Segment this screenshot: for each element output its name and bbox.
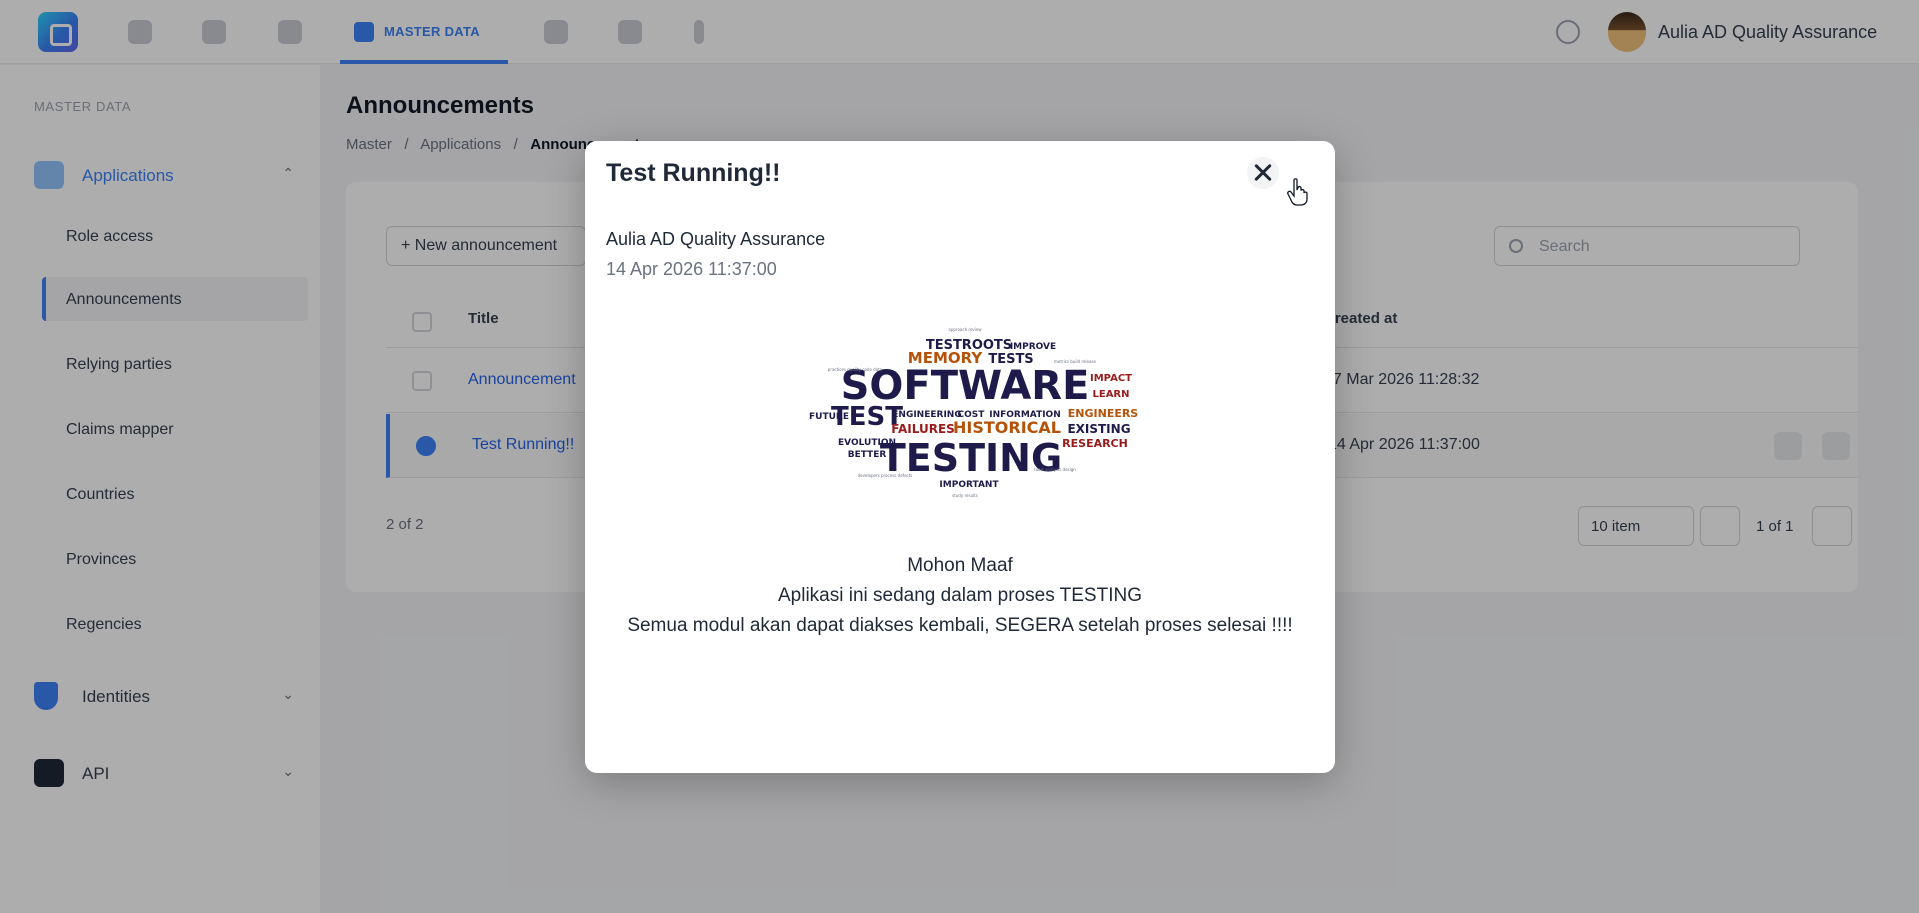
modal-title: Test Running!! (606, 159, 781, 187)
cloud-filler-word: study results (952, 493, 978, 498)
modal-message-line: Aplikasi ini sedang dalam proses TESTING (778, 585, 1142, 606)
cloud-word: FAILURES (891, 422, 955, 436)
modal-message-line: Semua modul akan dapat diakses kembali, … (627, 615, 1293, 636)
cloud-word: LEARN (1092, 389, 1129, 400)
cloud-word: IMPROVE (1010, 342, 1056, 352)
cloud-word: RESEARCH (1062, 437, 1128, 450)
announcement-modal: Test Running!! Aulia AD Quality Assuranc… (585, 141, 1335, 773)
cloud-filler-word: metrics build release (1054, 359, 1096, 364)
cloud-word: HISTORICAL (953, 418, 1061, 437)
cloud-filler-word: developers process defects (858, 473, 913, 478)
cloud-filler-word: approach review (948, 327, 982, 332)
cloud-word: ENGINEERING (892, 410, 961, 420)
cloud-word: EXISTING (1067, 422, 1130, 436)
hand-cursor-icon (1287, 178, 1308, 206)
cloud-filler-word: practices quality code data (828, 367, 883, 372)
cloud-word: IMPORTANT (939, 480, 999, 490)
modal-author: Aulia AD Quality Assurance (606, 229, 826, 249)
cloud-word: IMPACT (1090, 373, 1132, 384)
cloud-word: ENGINEERS (1068, 407, 1139, 420)
close-button[interactable] (1247, 157, 1279, 189)
modal-message: Mohon Maaf Aplikasi ini sedang dalam pro… (625, 551, 1295, 641)
cloud-word: FUTURE (809, 412, 849, 422)
modal-date: 14 Apr 2026 11:37:00 (606, 259, 777, 279)
cloud-filler-word: tools analysis design (1034, 467, 1076, 472)
software-testing-word-cloud-image: TESTROOTS IMPROVE MEMORY TESTS SOFTWARE … (777, 303, 1153, 499)
modal-message-line: Mohon Maaf (907, 555, 1013, 576)
